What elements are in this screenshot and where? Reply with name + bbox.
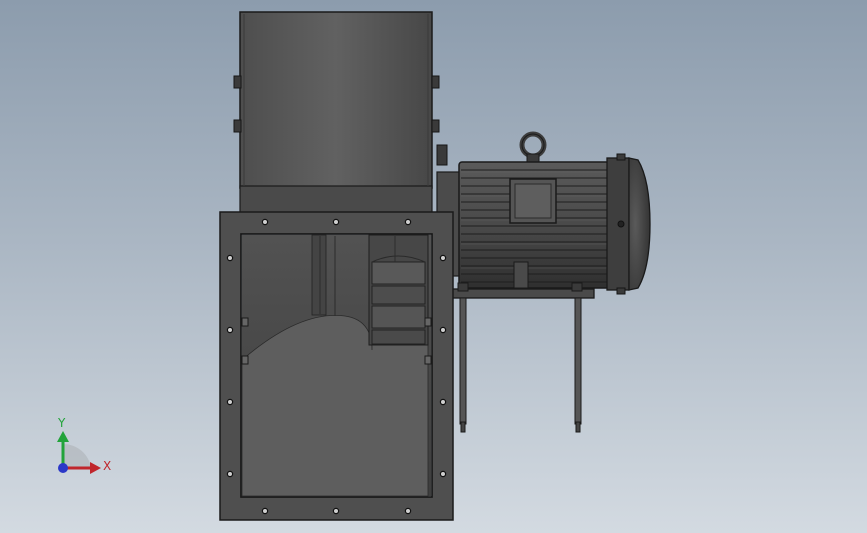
coordinate-triad: Y X — [57, 416, 111, 474]
x-axis-label: X — [103, 459, 111, 473]
z-axis-dot — [58, 463, 68, 473]
graphics-viewport[interactable]: Y X — [0, 0, 867, 533]
y-axis-label: Y — [57, 416, 66, 430]
